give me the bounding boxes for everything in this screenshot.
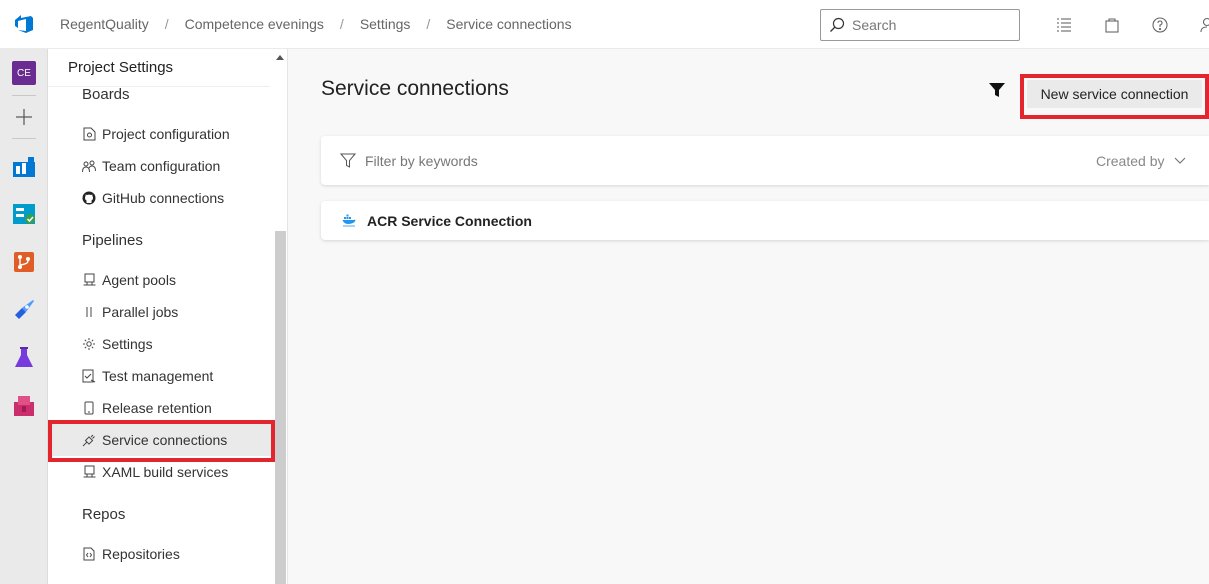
breadcrumb-project[interactable]: Competence evenings <box>185 16 324 32</box>
artifacts-icon[interactable] <box>0 386 48 426</box>
nav-item-label: XAML build services <box>102 464 229 480</box>
build-services-icon <box>82 465 96 479</box>
nav-item-label: Settings <box>102 336 153 352</box>
top-bar: RegentQuality / Competence evenings / Se… <box>0 0 1209 49</box>
pipelines-icon[interactable] <box>0 290 48 330</box>
nav-scrollbar[interactable] <box>273 49 287 584</box>
agent-pool-icon <box>82 273 96 287</box>
nav-item-agent-pools[interactable]: Agent pools <box>82 264 272 296</box>
project-badge-label: CE <box>12 61 36 85</box>
annotation-highlight-nav <box>48 420 275 462</box>
scroll-up-arrow-icon[interactable] <box>276 55 284 60</box>
scrollbar-thumb[interactable] <box>275 231 286 584</box>
section-boards: Boards <box>82 86 130 103</box>
breadcrumb-current[interactable]: Service connections <box>446 16 571 32</box>
shopping-bag-icon[interactable] <box>1088 0 1136 49</box>
search-icon <box>830 17 845 32</box>
nav-item-label: Project configuration <box>102 126 230 142</box>
phone-icon <box>82 401 96 415</box>
breadcrumb-separator: / <box>164 16 169 32</box>
nav-item-github-connections[interactable]: GitHub connections <box>82 182 272 214</box>
filter-bar: Filter by keywords Created by <box>321 136 1209 185</box>
service-connection-row[interactable]: ACR Service Connection <box>321 201 1209 240</box>
page-title: Service connections <box>321 77 509 100</box>
nav-item-label: Repositories <box>102 546 180 562</box>
add-icon[interactable] <box>0 97 48 137</box>
filter-icon[interactable] <box>988 82 1006 103</box>
project-settings-nav: Project Settings Boards Project configur… <box>48 49 288 584</box>
overview-icon[interactable] <box>0 146 48 186</box>
service-connection-name: ACR Service Connection <box>367 212 532 229</box>
gear-icon <box>82 337 96 351</box>
docker-icon <box>342 214 356 227</box>
breadcrumb-settings[interactable]: Settings <box>360 16 411 32</box>
rail-divider <box>12 138 36 139</box>
search-input[interactable]: Search <box>820 9 1020 41</box>
annotation-highlight-button <box>1020 74 1209 119</box>
nav-item-label: Test management <box>102 368 214 384</box>
section-pipelines: Pipelines <box>82 232 143 249</box>
github-icon <box>82 191 96 205</box>
parallel-icon <box>82 305 96 319</box>
test-management-icon <box>82 369 96 383</box>
boards-icon[interactable] <box>0 194 48 234</box>
nav-item-label: Parallel jobs <box>102 304 179 320</box>
breadcrumb: RegentQuality / Competence evenings / Se… <box>60 16 572 32</box>
breadcrumb-separator: / <box>426 16 431 32</box>
filter-funnel-icon <box>340 153 356 168</box>
document-gear-icon <box>82 127 96 141</box>
filter-keywords-input[interactable]: Filter by keywords <box>365 153 478 169</box>
test-plans-icon[interactable] <box>0 338 48 378</box>
checklist-icon[interactable] <box>1040 0 1088 49</box>
sort-dropdown[interactable]: Created by <box>1096 136 1186 185</box>
sort-label: Created by <box>1096 152 1165 169</box>
project-badge[interactable]: CE <box>0 53 48 93</box>
help-icon[interactable] <box>1136 0 1184 49</box>
left-rail: CE <box>0 49 48 584</box>
nav-item-repositories[interactable]: Repositories <box>82 538 272 570</box>
team-icon <box>82 159 96 173</box>
repository-icon <box>82 547 96 561</box>
nav-title: Project Settings <box>68 59 174 76</box>
chevron-down-icon <box>1175 157 1186 164</box>
breadcrumb-separator: / <box>339 16 344 32</box>
user-settings-icon[interactable] <box>1184 0 1209 49</box>
nav-item-settings[interactable]: Settings <box>82 328 272 360</box>
repos-icon[interactable] <box>0 242 48 282</box>
nav-item-label: Release retention <box>102 400 212 416</box>
nav-item-label: Agent pools <box>102 272 176 288</box>
nav-item-label: GitHub connections <box>102 190 225 206</box>
nav-item-label: Team configuration <box>102 158 221 174</box>
nav-item-parallel-jobs[interactable]: Parallel jobs <box>82 296 272 328</box>
azure-devops-logo-icon[interactable] <box>0 0 48 49</box>
nav-item-test-management[interactable]: Test management <box>82 360 272 392</box>
section-repos: Repos <box>82 506 126 523</box>
breadcrumb-org[interactable]: RegentQuality <box>60 16 149 32</box>
top-icons <box>1040 0 1209 49</box>
rail-divider <box>12 95 36 96</box>
nav-item-team-configuration[interactable]: Team configuration <box>82 150 272 182</box>
search-placeholder: Search <box>852 17 897 33</box>
nav-item-project-configuration[interactable]: Project configuration <box>82 118 272 150</box>
